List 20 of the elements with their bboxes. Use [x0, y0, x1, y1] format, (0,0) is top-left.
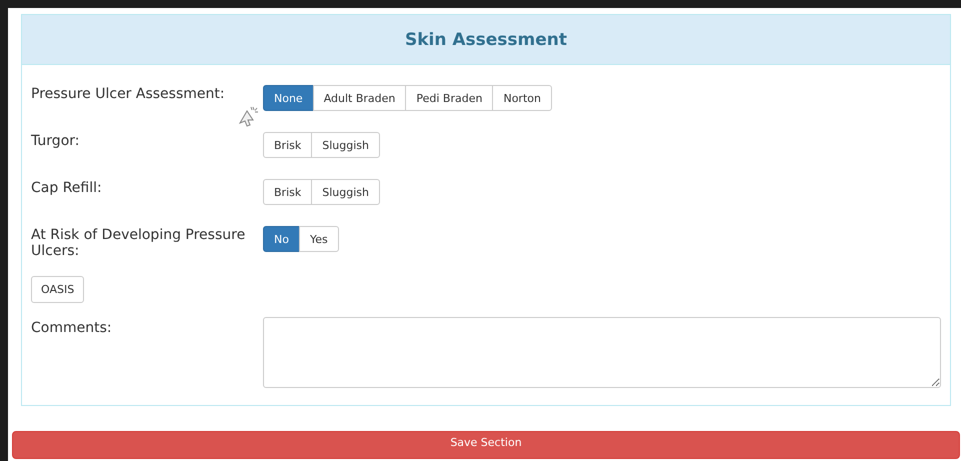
field-label: Cap Refill: — [31, 179, 103, 196]
option-button[interactable]: None — [263, 85, 314, 111]
save-section-button[interactable]: Save Section — [12, 431, 960, 459]
field-label: Pressure Ulcer Assessment: — [31, 85, 226, 102]
pointer-cursor-icon — [238, 104, 260, 128]
field-label: At Risk of Developing Pressure Ulcers: — [31, 226, 246, 259]
option-button[interactable]: Norton — [492, 85, 552, 111]
option-button[interactable]: No — [263, 226, 300, 252]
panel-title: Skin Assessment — [404, 30, 568, 50]
option-button[interactable]: Sluggish — [311, 132, 380, 158]
option-button[interactable]: Brisk — [263, 179, 312, 205]
field-label: Turgor: — [31, 132, 80, 149]
option-button[interactable]: Adult Braden — [312, 85, 406, 111]
comments-label: Comments: — [31, 319, 113, 336]
oasis-button[interactable]: OASIS — [31, 276, 84, 303]
option-button[interactable]: Sluggish — [311, 179, 380, 205]
option-button[interactable]: Brisk — [263, 132, 312, 158]
comments-field[interactable] — [263, 317, 941, 388]
option-button[interactable]: Pedi Braden — [405, 85, 494, 111]
option-button[interactable]: Yes — [298, 226, 339, 252]
